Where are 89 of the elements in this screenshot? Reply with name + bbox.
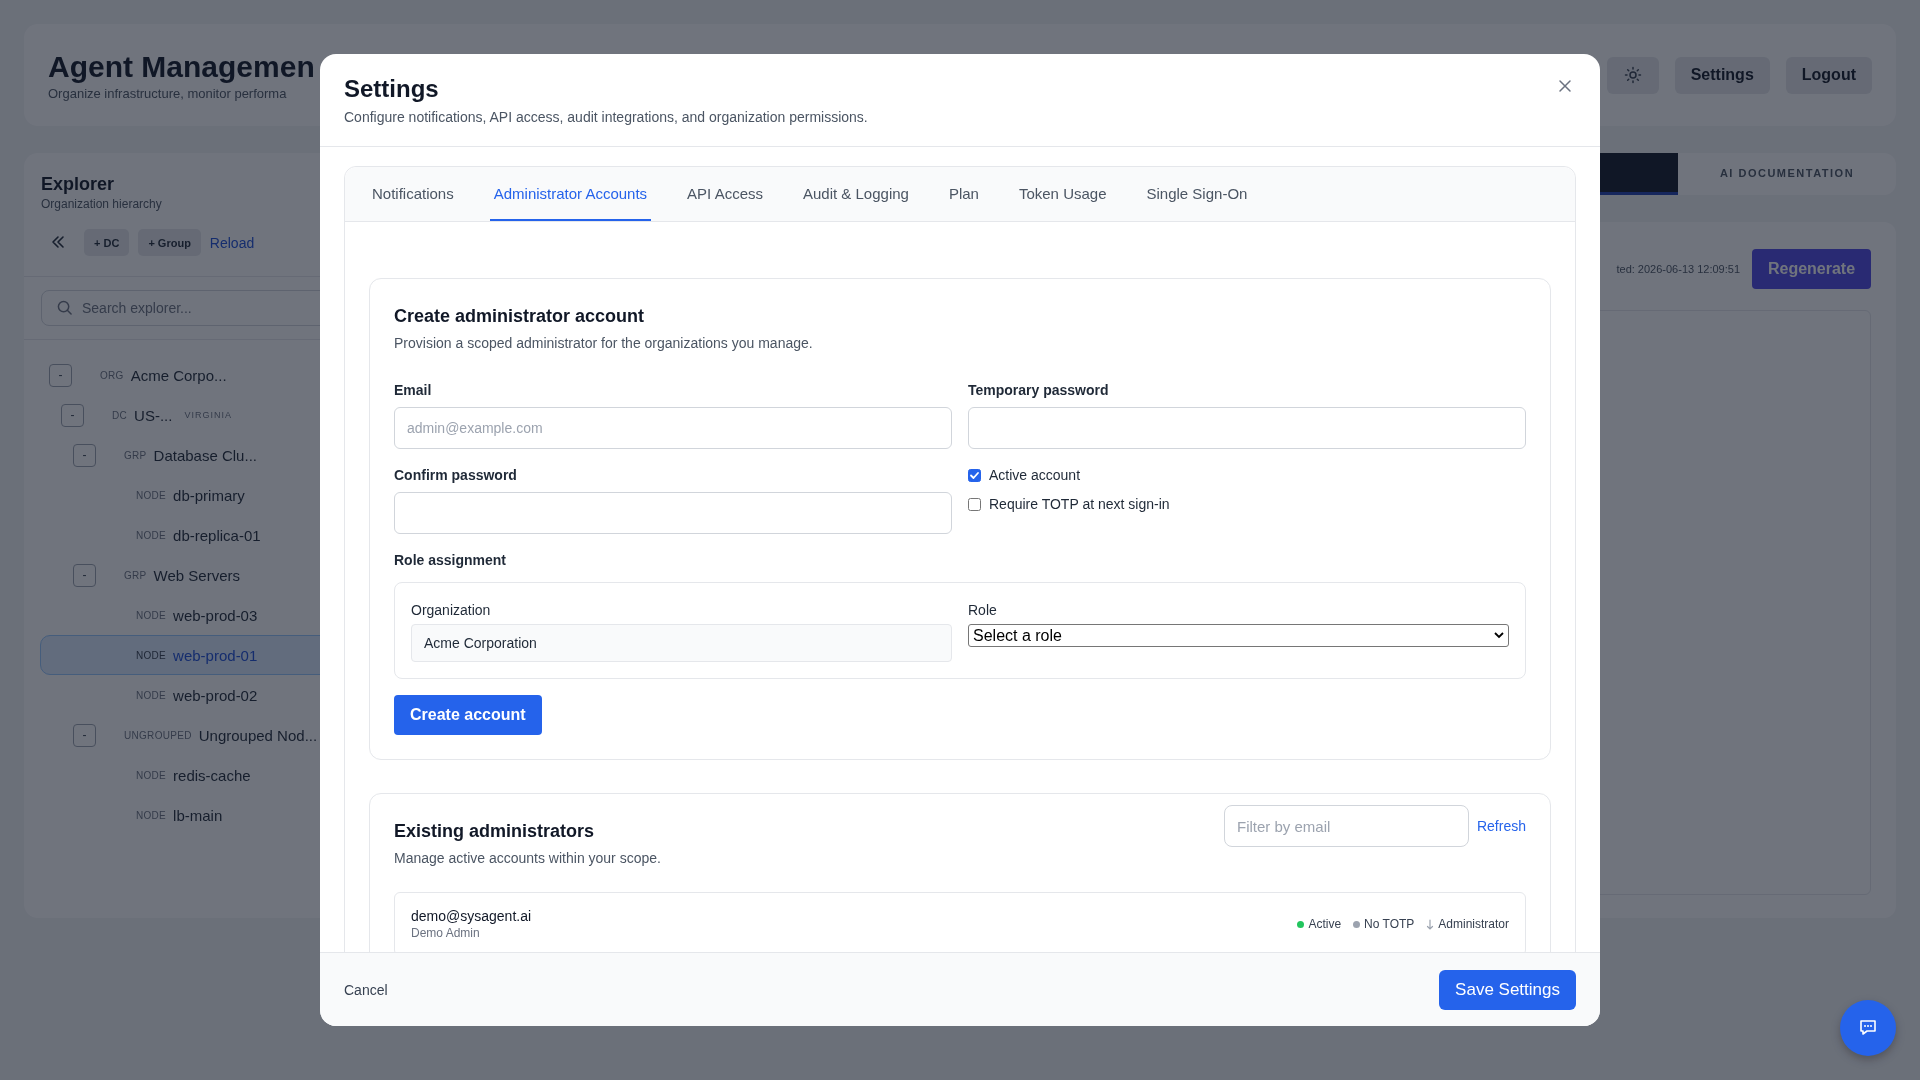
checkbox[interactable] xyxy=(968,468,981,482)
close-icon xyxy=(1558,79,1572,93)
item-type-label: DC xyxy=(112,409,128,421)
card-subtitle: Manage active accounts within your scope. xyxy=(394,849,661,868)
item-name: Acme Corpo... xyxy=(130,366,227,384)
item-type-label: NODE xyxy=(136,689,167,701)
section-label: Role assignment xyxy=(394,551,508,570)
search-icon xyxy=(57,300,72,315)
item-name: US-... xyxy=(134,406,173,424)
item-name: Database Clu... xyxy=(153,446,257,464)
chevron-down-icon xyxy=(1494,632,1504,639)
item-type-label: UNGROUPED xyxy=(124,729,192,741)
refresh-link[interactable]: Refresh xyxy=(1476,818,1526,834)
item-name: lb-main xyxy=(173,806,223,824)
reload-link[interactable]: Reload xyxy=(209,234,255,251)
checkbox-label: Require TOTP at next sign-in xyxy=(989,496,1170,512)
status-label: No TOTP xyxy=(1364,917,1415,931)
page-title: Agent Managemen xyxy=(48,49,315,84)
item-type-label: NODE xyxy=(136,609,167,621)
theme-toggle-button[interactable] xyxy=(1606,56,1659,94)
settings-tab[interactable]: Token Usage xyxy=(1014,167,1111,221)
item-type-label: NODE xyxy=(136,489,167,501)
settings-tab[interactable]: Notifications xyxy=(368,167,458,221)
save-settings-button[interactable]: Save Settings xyxy=(1439,969,1576,1010)
password-field[interactable] xyxy=(968,407,1526,449)
item-type-label: NODE xyxy=(136,649,167,661)
checkbox-label: Active account xyxy=(989,467,1081,483)
collapse-toggle[interactable]: - xyxy=(73,723,96,747)
chat-icon xyxy=(1858,1018,1878,1038)
settings-tab[interactable]: Administrator Accounts xyxy=(489,167,652,221)
collapse-toggle[interactable]: - xyxy=(73,443,96,467)
field-label: Confirm password xyxy=(394,466,518,485)
item-type-label: GRP xyxy=(124,569,147,581)
modal-subtitle: Configure notifications, API access, audit integrations, and organization permissions. xyxy=(344,109,868,125)
down-arrow-icon xyxy=(1426,918,1435,930)
add-group-button[interactable]: + Group xyxy=(138,229,201,256)
item-name: Ungrouped Nod... xyxy=(198,726,318,744)
item-type-label: NODE xyxy=(136,809,167,821)
admin-email: demo@sysagent.ai xyxy=(411,907,532,925)
settings-tab[interactable]: API Access xyxy=(683,167,767,221)
page-subtitle: Organize infrastructure, monitor performa xyxy=(48,85,288,101)
item-name: Web Servers xyxy=(153,566,240,584)
regenerate-button[interactable]: Regenerate xyxy=(1752,249,1871,289)
select-value: Select a role xyxy=(973,626,1062,645)
email-field[interactable]: admin@example.com xyxy=(394,407,952,449)
item-type-label: NODE xyxy=(136,769,167,781)
collapse-toggle[interactable]: - xyxy=(73,563,96,587)
item-type-label: ORG xyxy=(100,369,124,381)
double-chevron-left-icon xyxy=(51,234,65,249)
role-label: Administrator xyxy=(1438,917,1509,931)
collapse-toggle[interactable]: - xyxy=(49,363,72,387)
field-label: Email xyxy=(394,381,433,400)
collapse-toggle[interactable]: - xyxy=(61,403,84,427)
sun-icon xyxy=(1623,66,1642,84)
panel-subtitle: Organization hierarchy xyxy=(41,197,162,211)
add-dc-button[interactable]: + DC xyxy=(84,229,130,256)
cancel-button[interactable]: Cancel xyxy=(344,981,388,998)
settings-tab[interactable]: Single Sign-On xyxy=(1142,167,1252,221)
item-type-label: GRP xyxy=(124,449,147,461)
field-label: Organization xyxy=(411,601,492,620)
settings-button[interactable]: Settings xyxy=(1674,56,1770,94)
doc-tab[interactable]: AI DOCUMENTATION xyxy=(1678,153,1896,195)
settings-tab[interactable]: Audit & Logging xyxy=(799,167,913,221)
card-title: Existing administrators xyxy=(394,820,596,843)
chat-button[interactable] xyxy=(1840,1000,1896,1056)
item-name: web-prod-03 xyxy=(173,606,258,624)
organization-field: Acme Corporation xyxy=(411,624,952,662)
item-name: web-prod-02 xyxy=(173,686,258,704)
item-name: db-primary xyxy=(173,486,245,504)
card-subtitle: Provision a scoped administrator for the organizations you manage. xyxy=(394,334,814,353)
field-label: Role xyxy=(968,601,998,620)
logout-button[interactable]: Logout xyxy=(1785,56,1872,94)
item-name: db-replica-01 xyxy=(173,526,261,544)
settings-tab[interactable]: Plan xyxy=(944,167,983,221)
field-label: Temporary password xyxy=(968,381,1110,400)
admin-name: Demo Admin xyxy=(411,925,481,941)
filter-field[interactable]: Filter by email xyxy=(1223,805,1469,847)
item-name: redis-cache xyxy=(173,766,251,784)
region-label: VIRGINIA xyxy=(184,410,232,420)
password-field[interactable] xyxy=(394,492,952,534)
item-type-label: NODE xyxy=(136,529,167,541)
modal-title: Settings xyxy=(344,74,439,104)
panel-title: Explorer xyxy=(41,173,115,195)
item-name: web-prod-01 xyxy=(173,646,258,664)
status-label: Active xyxy=(1308,917,1342,931)
create-account-button[interactable]: Create account xyxy=(394,695,542,735)
generated-timestamp: ted: 2026-06-13 12:09:51 xyxy=(1616,263,1740,275)
role-select[interactable]: Select a role xyxy=(968,624,1509,647)
checkbox[interactable] xyxy=(968,497,981,511)
